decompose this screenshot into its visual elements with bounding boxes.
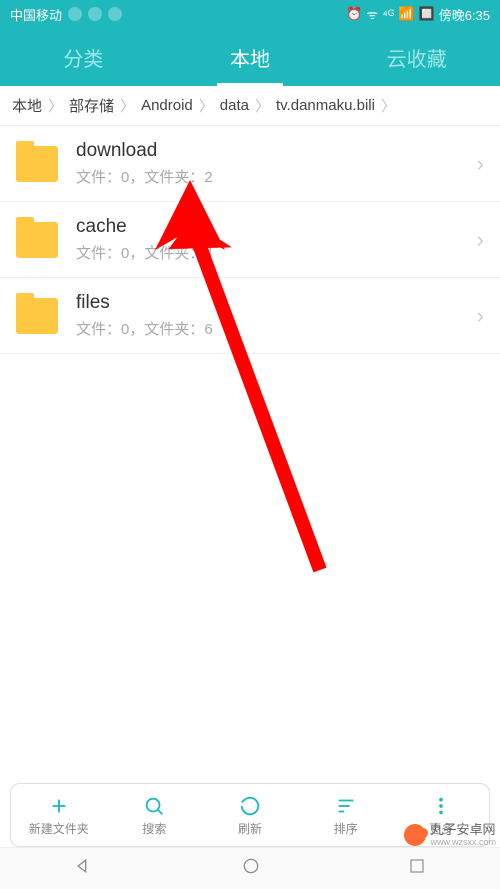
status-left: 中国移动: [10, 5, 122, 24]
breadcrumb[interactable]: 本地 〉 部存储 〉 Android 〉 data 〉 tv.danmaku.b…: [0, 86, 500, 126]
system-nav-bar: [0, 847, 500, 889]
crumb-data[interactable]: data: [216, 97, 253, 114]
chevron-right-icon: 〉: [379, 95, 398, 116]
sort-icon: [335, 794, 357, 818]
wifi-icon: ᯤ: [366, 5, 378, 23]
chevron-right-icon: 〉: [118, 95, 137, 116]
file-list: download 文件：0，文件夹：2 › cache 文件：0，文件夹：4 ›…: [0, 126, 500, 354]
tab-label: 分类: [63, 43, 103, 72]
search-button[interactable]: 搜索: [107, 784, 203, 846]
watermark-title: 丸子安卓网: [430, 823, 496, 837]
notif-dot-1: [68, 7, 82, 21]
battery-icon: 🔲: [419, 6, 435, 22]
tab-category[interactable]: 分类: [0, 28, 167, 86]
watermark-logo-icon: [404, 824, 426, 846]
chevron-right-icon: ›: [477, 303, 484, 329]
folder-row-download[interactable]: download 文件：0，文件夹：2 ›: [0, 126, 500, 202]
carrier-label: 中国移动: [10, 5, 62, 24]
refresh-button[interactable]: 刷新: [202, 784, 298, 846]
folder-icon: [16, 222, 58, 258]
top-tabs: 分类 本地 云收藏: [0, 28, 500, 86]
watermark-url: www.wzsxx.com: [430, 837, 496, 847]
refresh-icon: [239, 794, 261, 818]
folder-name: download: [76, 140, 477, 162]
crumb-storage[interactable]: 部存储: [65, 95, 118, 116]
status-right: ⏰ ᯤ ⁴ᴳ 📶 🔲 傍晚6:35: [346, 5, 490, 24]
tab-cloud[interactable]: 云收藏: [333, 28, 500, 86]
new-folder-button[interactable]: 新建文件夹: [11, 784, 107, 846]
tab-local[interactable]: 本地: [167, 28, 334, 86]
file-info: download 文件：0，文件夹：2: [76, 140, 477, 187]
nav-back-button[interactable]: [74, 856, 94, 881]
folder-name: files: [76, 292, 477, 314]
chevron-right-icon: 〉: [197, 95, 216, 116]
signal-icon: 📶: [398, 6, 414, 22]
nav-home-button[interactable]: [241, 856, 261, 881]
search-icon: [143, 794, 165, 818]
folder-name: cache: [76, 216, 477, 238]
chevron-right-icon: ›: [477, 227, 484, 253]
clock-label: 傍晚6:35: [439, 5, 490, 24]
file-info: files 文件：0，文件夹：6: [76, 292, 477, 339]
more-icon: [430, 794, 452, 818]
folder-row-cache[interactable]: cache 文件：0，文件夹：4 ›: [0, 202, 500, 278]
crumb-bili[interactable]: tv.danmaku.bili: [272, 97, 379, 114]
tab-label: 本地: [230, 43, 270, 72]
notif-dot-3: [108, 7, 122, 21]
folder-meta: 文件：0，文件夹：2: [76, 166, 477, 187]
folder-meta: 文件：0，文件夹：6: [76, 318, 477, 339]
crumb-local[interactable]: 本地: [8, 95, 46, 116]
folder-icon: [16, 298, 58, 334]
sort-button[interactable]: 排序: [298, 784, 394, 846]
button-label: 新建文件夹: [29, 820, 89, 837]
folder-row-files[interactable]: files 文件：0，文件夹：6 ›: [0, 278, 500, 354]
status-bar: 中国移动 ⏰ ᯤ ⁴ᴳ 📶 🔲 傍晚6:35: [0, 0, 500, 28]
file-info: cache 文件：0，文件夹：4: [76, 216, 477, 263]
button-label: 排序: [334, 820, 358, 837]
nav-recent-button[interactable]: [408, 857, 426, 880]
chevron-right-icon: 〉: [46, 95, 65, 116]
plus-icon: [48, 794, 70, 818]
alarm-icon: ⏰: [346, 6, 362, 22]
notif-dot-2: [88, 7, 102, 21]
watermark: 丸子安卓网 www.wzsxx.com: [404, 823, 496, 847]
chevron-right-icon: 〉: [253, 95, 272, 116]
folder-icon: [16, 146, 58, 182]
button-label: 刷新: [238, 820, 262, 837]
tab-label: 云收藏: [387, 43, 447, 72]
chevron-right-icon: ›: [477, 151, 484, 177]
button-label: 搜索: [142, 820, 166, 837]
crumb-android[interactable]: Android: [137, 97, 197, 114]
network-icon: ⁴ᴳ: [382, 7, 394, 22]
folder-meta: 文件：0，文件夹：4: [76, 242, 477, 263]
